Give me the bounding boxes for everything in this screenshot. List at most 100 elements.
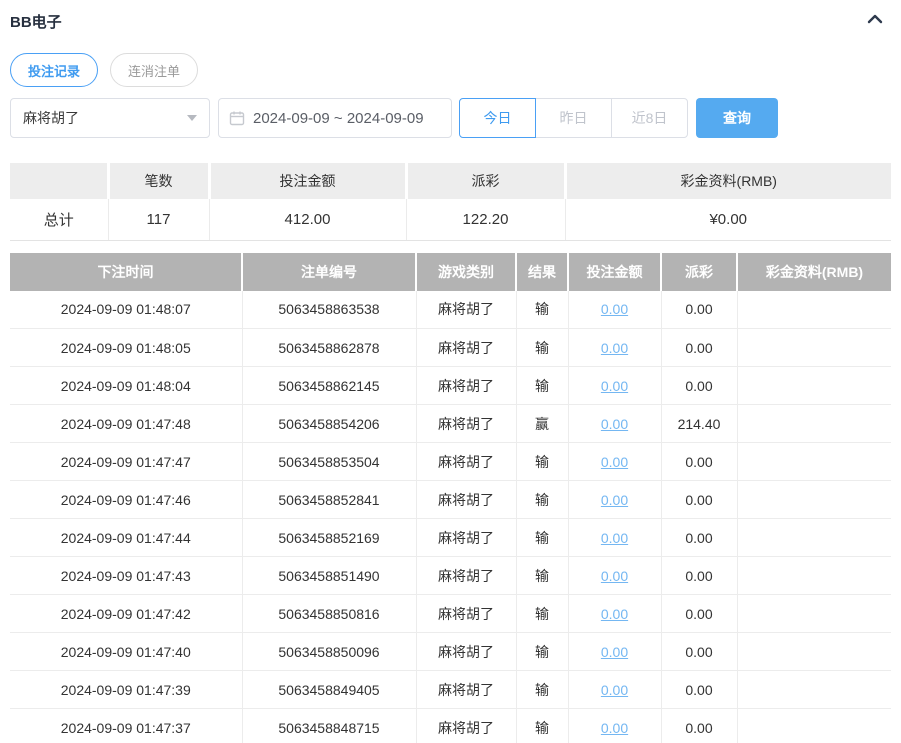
cell-jackpot — [737, 518, 891, 557]
summary-total-count: 117 — [108, 199, 210, 241]
cell-result: 输 — [516, 328, 569, 367]
cell-bet-time: 2024-09-09 01:47:42 — [10, 594, 243, 633]
tab-cancelled-orders[interactable]: 连消注单 — [110, 53, 199, 87]
cell-result: 输 — [516, 632, 569, 671]
cell-jackpot — [737, 404, 891, 443]
cell-payout: 0.00 — [661, 442, 738, 481]
bet-amount-link[interactable]: 0.00 — [601, 340, 628, 356]
bet-amount-link[interactable]: 0.00 — [601, 416, 628, 432]
bet-amount-link[interactable]: 0.00 — [601, 378, 628, 394]
bet-amount-link[interactable]: 0.00 — [601, 720, 628, 736]
cell-game-type: 麻将胡了 — [416, 442, 517, 481]
cell-jackpot — [737, 442, 891, 481]
cell-jackpot — [737, 670, 891, 709]
cell-bet-time: 2024-09-09 01:47:37 — [10, 708, 243, 743]
last-8-days-button[interactable]: 近8日 — [611, 98, 688, 138]
cell-order-no: 5063458854206 — [242, 404, 417, 443]
cell-bet-amount: 0.00 — [568, 442, 662, 481]
cell-payout: 0.00 — [661, 366, 738, 405]
cell-jackpot — [737, 328, 891, 367]
cell-bet-time: 2024-09-09 01:47:39 — [10, 670, 243, 709]
cell-result: 输 — [516, 290, 569, 329]
cell-payout: 0.00 — [661, 556, 738, 595]
bet-amount-link[interactable]: 0.00 — [601, 606, 628, 622]
tab-bar: 投注记录 连消注单 — [10, 53, 891, 87]
page-title: BB电子 — [10, 13, 62, 31]
summary-total-jackpot: ¥0.00 — [565, 199, 891, 241]
cell-jackpot — [737, 632, 891, 671]
tab-bet-records[interactable]: 投注记录 — [10, 53, 99, 87]
bet-amount-link[interactable]: 0.00 — [601, 454, 628, 470]
bet-amount-link[interactable]: 0.00 — [601, 568, 628, 584]
chevron-up-icon — [867, 12, 883, 30]
summary-col-blank — [10, 163, 110, 199]
cell-jackpot — [737, 290, 891, 329]
cell-bet-amount: 0.00 — [568, 518, 662, 557]
cell-result: 输 — [516, 480, 569, 519]
col-payout: 派彩 — [661, 252, 738, 291]
cell-jackpot — [737, 556, 891, 595]
summary-total-row: 总计 117 412.00 122.20 ¥0.00 — [10, 199, 891, 241]
bet-amount-link[interactable]: 0.00 — [601, 301, 628, 317]
collapse-button[interactable] — [867, 12, 883, 30]
cell-order-no: 5063458862145 — [242, 366, 417, 405]
cell-order-no: 5063458849405 — [242, 670, 417, 709]
cell-bet-amount: 0.00 — [568, 404, 662, 443]
col-bet-time: 下注时间 — [10, 252, 243, 291]
cell-result: 输 — [516, 670, 569, 709]
cell-result: 赢 — [516, 404, 569, 443]
cell-game-type: 麻将胡了 — [416, 480, 517, 519]
cell-order-no: 5063458853504 — [242, 442, 417, 481]
bet-amount-link[interactable]: 0.00 — [601, 682, 628, 698]
bet-records-table: 下注时间 注单编号 游戏类别 结果 投注金额 派彩 彩金资料(RMB) 2024… — [10, 252, 891, 743]
cell-bet-time: 2024-09-09 01:48:04 — [10, 366, 243, 405]
col-game-type: 游戏类别 — [416, 252, 517, 291]
table-row: 2024-09-09 01:47:44 5063458852169 麻将胡了 输… — [10, 518, 891, 557]
table-row: 2024-09-09 01:47:39 5063458849405 麻将胡了 输… — [10, 670, 891, 709]
table-row: 2024-09-09 01:48:04 5063458862145 麻将胡了 输… — [10, 366, 891, 405]
cell-order-no: 5063458851490 — [242, 556, 417, 595]
bet-amount-link[interactable]: 0.00 — [601, 530, 628, 546]
filter-bar: 麻将胡了 2024-09-09 ~ 2024-09-09 今日 昨日 近8日 查… — [10, 98, 891, 138]
bet-amount-link[interactable]: 0.00 — [601, 492, 628, 508]
cell-bet-amount: 0.00 — [568, 632, 662, 671]
cell-game-type: 麻将胡了 — [416, 404, 517, 443]
calendar-icon — [229, 110, 245, 126]
cell-bet-time: 2024-09-09 01:48:07 — [10, 290, 243, 329]
col-bet-amount: 投注金额 — [568, 252, 662, 291]
bet-table-header-row: 下注时间 注单编号 游戏类别 结果 投注金额 派彩 彩金资料(RMB) — [10, 252, 891, 291]
cell-game-type: 麻将胡了 — [416, 518, 517, 557]
table-row: 2024-09-09 01:47:40 5063458850096 麻将胡了 输… — [10, 632, 891, 671]
cell-bet-amount: 0.00 — [568, 670, 662, 709]
table-row: 2024-09-09 01:48:05 5063458862878 麻将胡了 输… — [10, 328, 891, 367]
cell-game-type: 麻将胡了 — [416, 366, 517, 405]
cell-jackpot — [737, 366, 891, 405]
date-range-input[interactable]: 2024-09-09 ~ 2024-09-09 — [218, 98, 452, 138]
cell-result: 输 — [516, 366, 569, 405]
query-button[interactable]: 查询 — [696, 98, 778, 138]
cell-order-no: 5063458850816 — [242, 594, 417, 633]
cell-order-no: 5063458850096 — [242, 632, 417, 671]
summary-total-bet-amount: 412.00 — [209, 199, 407, 241]
summary-col-count: 笔数 — [106, 163, 211, 199]
cell-game-type: 麻将胡了 — [416, 328, 517, 367]
cell-jackpot — [737, 594, 891, 633]
table-row: 2024-09-09 01:47:43 5063458851490 麻将胡了 输… — [10, 556, 891, 595]
cell-bet-time: 2024-09-09 01:47:48 — [10, 404, 243, 443]
summary-col-bet-amount: 投注金额 — [207, 163, 408, 199]
cell-jackpot — [737, 708, 891, 743]
cell-payout: 214.40 — [661, 404, 738, 443]
cell-jackpot — [737, 480, 891, 519]
game-select[interactable]: 麻将胡了 — [10, 98, 210, 138]
cell-result: 输 — [516, 594, 569, 633]
summary-header-row: 笔数 投注金额 派彩 彩金资料(RMB) — [10, 163, 891, 199]
cell-bet-amount: 0.00 — [568, 556, 662, 595]
table-row: 2024-09-09 01:47:46 5063458852841 麻将胡了 输… — [10, 480, 891, 519]
col-order-no: 注单编号 — [242, 252, 417, 291]
cell-order-no: 5063458848715 — [242, 708, 417, 743]
bet-amount-link[interactable]: 0.00 — [601, 644, 628, 660]
cell-result: 输 — [516, 518, 569, 557]
cell-game-type: 麻将胡了 — [416, 708, 517, 743]
today-button[interactable]: 今日 — [459, 98, 536, 138]
yesterday-button[interactable]: 昨日 — [535, 98, 612, 138]
